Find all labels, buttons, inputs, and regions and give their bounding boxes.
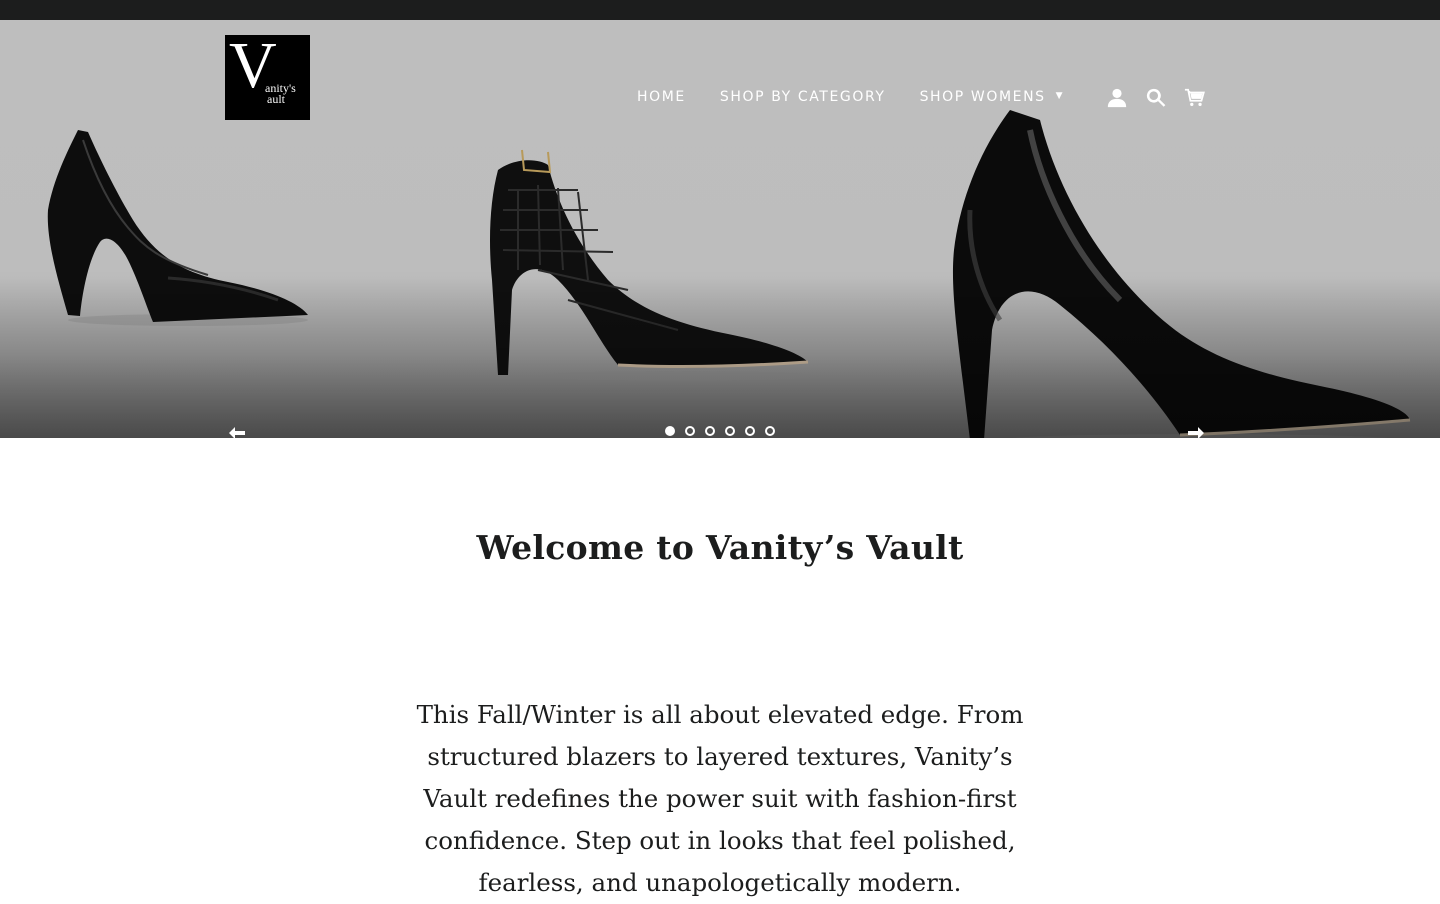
site-logo[interactable]: V anity's ault	[225, 33, 310, 120]
cart-icon[interactable]	[1182, 85, 1208, 111]
nav-item-shop-womens[interactable]: SHOP WOMENS ▼	[920, 89, 1065, 105]
slideshow-next-button[interactable]	[1185, 422, 1207, 438]
intro-text: This Fall/Winter is all about elevated e…	[416, 700, 1024, 897]
slideshow-dot[interactable]	[725, 426, 735, 436]
hero-slideshow: V anity's ault HOME SHOP BY CATEGORY SHO…	[0, 20, 1440, 438]
slideshow-dots	[665, 426, 785, 436]
slideshow-dot[interactable]	[745, 426, 755, 436]
chevron-down-icon: ▼	[1055, 91, 1065, 101]
nav-item-shop-by-category[interactable]: SHOP BY CATEGORY	[720, 89, 886, 105]
arrow-right-icon	[1188, 427, 1204, 438]
search-icon[interactable]	[1143, 85, 1169, 111]
shoe-image-croc-pump	[490, 149, 818, 381]
shoe-image-patent-stiletto	[952, 110, 1411, 438]
logo-line-2: ault	[267, 92, 285, 106]
nav-item-label: HOME	[637, 89, 686, 105]
main-nav: HOME SHOP BY CATEGORY SHOP WOMENS ▼	[637, 89, 1098, 105]
announcement-bar	[0, 0, 1440, 20]
arrow-left-icon	[229, 427, 245, 438]
slideshow-dot[interactable]	[685, 426, 695, 436]
account-icon[interactable]	[1104, 85, 1130, 111]
header-icons	[1104, 85, 1221, 111]
slideshow-dot[interactable]	[665, 426, 675, 436]
site-header: V anity's ault HOME SHOP BY CATEGORY SHO…	[0, 33, 1440, 125]
slideshow-dot[interactable]	[705, 426, 715, 436]
slideshow-prev-button[interactable]	[226, 422, 248, 438]
shoe-image-curved-heel	[47, 130, 309, 326]
welcome-heading: Welcome to Vanity’s Vault	[476, 528, 964, 567]
nav-item-label: SHOP BY CATEGORY	[719, 89, 886, 105]
nav-item-home[interactable]: HOME	[637, 89, 686, 105]
slideshow-dot[interactable]	[765, 426, 775, 436]
nav-item-label: SHOP WOMENS	[919, 89, 1046, 105]
